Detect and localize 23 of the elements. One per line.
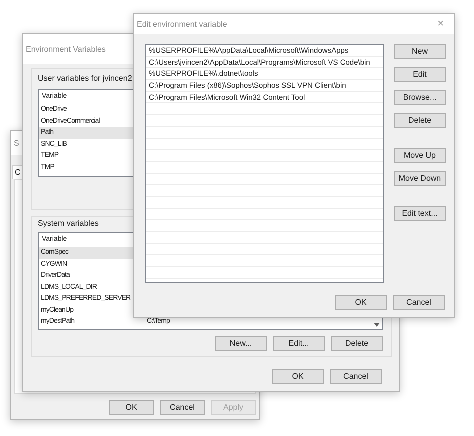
side-button[interactable]: Move Up [394,148,446,163]
side-button[interactable]: Edit text... [394,206,446,221]
side-button[interactable]: Delete [394,113,446,128]
ok-button[interactable]: OK [335,295,387,310]
window-title: Edit environment variable [137,20,228,28]
cancel-button[interactable]: Cancel [160,400,205,415]
scroll-down-icon[interactable] [374,323,380,327]
section-label: System variables [38,219,99,228]
window-title: Environment Variables [26,44,106,54]
cancel-button[interactable]: Cancel [393,295,445,310]
new-button[interactable]: New... [215,336,267,351]
section-label: User variables for jvincen2 [38,74,132,83]
edit-button[interactable]: Edit... [273,336,325,351]
cancel-button[interactable]: Cancel [330,369,382,384]
path-list[interactable] [145,44,384,283]
side-button[interactable]: Edit [394,67,446,82]
window-title: S [14,138,20,148]
side-button[interactable]: New [394,44,446,59]
side-button[interactable]: Browse... [394,90,446,105]
side-button[interactable]: Move Down [394,171,446,186]
ok-button[interactable]: OK [272,369,324,384]
delete-button[interactable]: Delete [331,336,383,351]
ok-button[interactable]: OK [109,400,154,415]
